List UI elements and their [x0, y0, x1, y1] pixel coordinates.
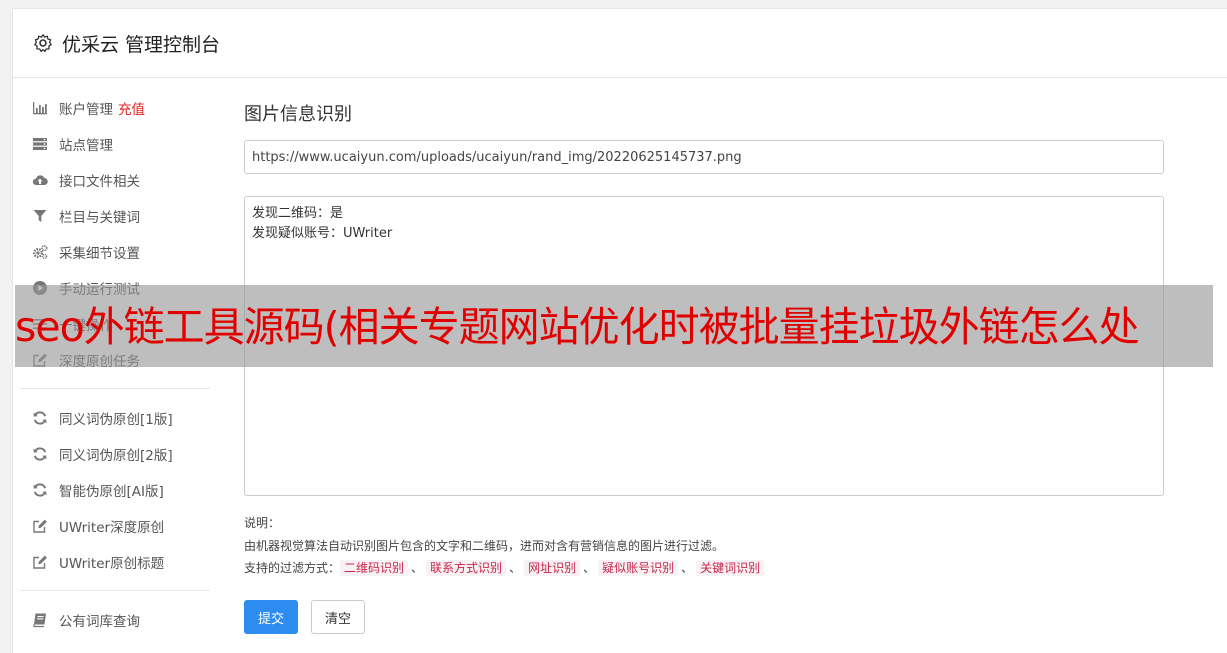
- sidebar-item[interactable]: 同义词伪原创[2版]: [20, 436, 210, 472]
- filter-separator: 、: [681, 561, 694, 575]
- edit-icon: [31, 553, 49, 571]
- sidebar-item[interactable]: 公有词库查询: [20, 602, 210, 638]
- filter-tag: 关键词识别: [696, 560, 765, 576]
- edit-icon: [31, 517, 49, 535]
- refresh-icon: [31, 409, 49, 427]
- refresh-icon: [31, 481, 49, 499]
- main-content: 图片信息识别 说明： 由机器视觉算法自动识别图片包含的文字和二维码，进而对含有营…: [244, 100, 1164, 634]
- sidebar-item-label: 同义词伪原创[2版]: [59, 448, 173, 464]
- watermark-text: seo外链工具源码(相关专题网站优化时被批量挂垃圾外链怎么处: [15, 303, 1140, 351]
- filter-tag: 网址识别: [524, 560, 581, 576]
- sidebar-item[interactable]: 栏目与关键词: [20, 198, 210, 234]
- sidebar-item-label: 账户管理: [59, 102, 113, 118]
- sidebar-item-label: 站点管理: [59, 138, 113, 154]
- sidebar-item[interactable]: UWriter深度原创: [20, 508, 210, 544]
- description-text: 由机器视觉算法自动识别图片包含的文字和二维码，进而对含有营销信息的图片进行过滤。: [244, 539, 725, 553]
- filter-separator: 、: [509, 561, 522, 575]
- clear-button[interactable]: 清空: [311, 600, 366, 634]
- image-url-input[interactable]: [244, 140, 1164, 174]
- sidebar-item-label: UWriter深度原创: [59, 520, 165, 536]
- gear-icon: [34, 34, 52, 53]
- sidebar-item-label: UWriter原创标题: [59, 556, 165, 572]
- sidebar-item-label: 采集细节设置: [59, 246, 140, 262]
- description: 说明： 由机器视觉算法自动识别图片包含的文字和二维码，进而对含有营销信息的图片进…: [244, 512, 1164, 580]
- sidebar-item[interactable]: 账户管理 充值: [20, 90, 210, 126]
- sidebar-item[interactable]: 接口文件相关: [20, 162, 210, 198]
- header: 优采云 管理控制台: [13, 9, 1227, 78]
- refresh-icon: [31, 445, 49, 463]
- sidebar-item-label: 栏目与关键词: [59, 210, 140, 226]
- sidebar-item[interactable]: 采集细节设置: [20, 234, 210, 270]
- button-row: 提交 清空: [244, 600, 1164, 634]
- section-title: 图片信息识别: [244, 104, 352, 125]
- bar-chart-icon: [31, 99, 49, 117]
- filter-tag: 二维码识别: [340, 560, 409, 576]
- filter-label: 支持的过滤方式：: [244, 561, 341, 575]
- cloud-upload-icon: [31, 171, 49, 189]
- submit-button[interactable]: 提交: [244, 600, 299, 634]
- filter-methods: 支持的过滤方式： 二维码识别、联系方式识别、网址识别、疑似账号识别、关键词识别: [244, 557, 1164, 580]
- server-icon: [31, 135, 49, 153]
- sidebar-item-label: 接口文件相关: [59, 174, 140, 190]
- sidebar-item-label: 公有词库查询: [59, 614, 140, 630]
- sidebar-item-label: 智能伪原创[AI版]: [59, 484, 164, 500]
- filter-tag: 联系方式识别: [426, 560, 507, 576]
- filter-tag: 疑似账号识别: [598, 560, 679, 576]
- sidebar-divider: [20, 388, 210, 389]
- watermark-banner: seo外链工具源码(相关专题网站优化时被批量挂垃圾外链怎么处: [15, 285, 1213, 367]
- recharge-link[interactable]: 充值: [118, 98, 145, 118]
- sidebar-divider: [20, 590, 210, 591]
- book-icon: [31, 611, 49, 629]
- filter-separator: 、: [583, 561, 596, 575]
- sidebar-item[interactable]: 站点管理: [20, 126, 210, 162]
- sidebar-item[interactable]: 智能伪原创[AI版]: [20, 472, 210, 508]
- page-title: 优采云 管理控制台: [62, 33, 221, 56]
- filter-separator: 、: [411, 561, 424, 575]
- cogs-icon: [31, 243, 49, 261]
- sidebar-item[interactable]: 同义词伪原创[1版]: [20, 400, 210, 436]
- sidebar-item[interactable]: UWriter原创标题: [20, 544, 210, 580]
- filter-icon: [31, 207, 49, 225]
- description-label: 说明：: [244, 516, 281, 530]
- sidebar-item-label: 同义词伪原创[1版]: [59, 412, 173, 428]
